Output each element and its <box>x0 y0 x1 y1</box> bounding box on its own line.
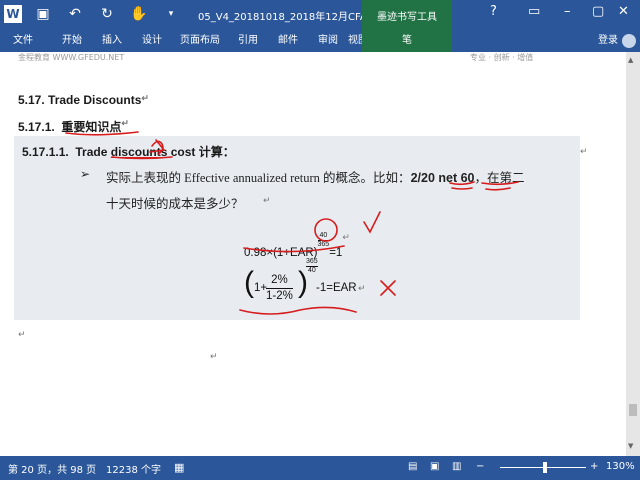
word-count[interactable]: 12238 个字 <box>106 461 161 476</box>
ribbon-display-options-icon[interactable]: ▭ <box>528 4 540 19</box>
maximize-icon[interactable]: ▢ <box>592 4 604 19</box>
scroll-up-icon[interactable]: ▲ <box>628 56 633 64</box>
ink-underline-discounts <box>111 156 173 160</box>
account-icon[interactable] <box>622 34 636 48</box>
title-bar: W ▣ ↶ ↻ ✋ ▾ 05_V4_20181018_2018年12月CFA一级… <box>0 0 640 30</box>
print-layout-icon[interactable]: ▣ <box>430 461 439 472</box>
document-page[interactable]: 金程教育 WWW.GFEDU.NET 专业 · 创新 · 增值 5.17. Tr… <box>0 52 626 456</box>
sign-in-link[interactable]: 登录 <box>598 30 618 52</box>
zoom-level[interactable]: 130% <box>606 461 635 472</box>
ink-tools-context-label: 墨迹书写工具 <box>362 0 452 30</box>
read-mode-icon[interactable]: ▤ <box>408 461 417 472</box>
tab-pen[interactable]: 笔 <box>362 30 452 52</box>
tab-references[interactable]: 引用 <box>228 30 268 52</box>
quick-access-toolbar: W ▣ ↶ ↻ ✋ ▾ <box>4 3 192 25</box>
ink-note-mark <box>149 139 165 155</box>
save-icon[interactable]: ▣ <box>32 3 54 25</box>
ink-check-mark <box>363 211 381 234</box>
word-logo-icon: W <box>4 5 22 23</box>
web-layout-icon[interactable]: ▥ <box>452 461 461 472</box>
scroll-down-icon[interactable]: ▼ <box>628 442 633 450</box>
ink-annotations <box>65 131 519 315</box>
ink-underline-net-60 <box>481 181 519 191</box>
tab-mailings[interactable]: 邮件 <box>268 30 308 52</box>
vertical-scrollbar[interactable] <box>626 52 640 456</box>
undo-icon[interactable]: ↶ <box>64 3 86 25</box>
ink-underline-2-20 <box>449 181 475 190</box>
proofing-icon[interactable]: ▦ <box>174 461 184 474</box>
touch-mode-icon[interactable]: ✋ <box>128 3 150 25</box>
help-button[interactable]: ? <box>490 4 497 19</box>
tab-home[interactable]: 开始 <box>52 30 92 52</box>
status-bar: 第 20 页，共 98 页 12238 个字 ▦ ▤ ▣ ▥ − + 130% <box>0 456 640 480</box>
tab-insert[interactable]: 插入 <box>92 30 132 52</box>
minimize-icon[interactable]: – <box>564 4 571 19</box>
ink-cross-mark <box>380 280 396 296</box>
ink-circle-exponent <box>314 218 338 242</box>
scrollbar-thumb[interactable] <box>629 404 637 416</box>
zoom-out-icon[interactable]: − <box>476 461 484 472</box>
customize-qat-icon[interactable]: ▾ <box>160 3 182 25</box>
tab-file[interactable]: 文件 <box>0 30 46 52</box>
zoom-in-icon[interactable]: + <box>590 461 598 472</box>
redo-icon[interactable]: ↻ <box>96 3 118 25</box>
ribbon-tabs: 文件 开始 插入 设计 页面布局 引用 邮件 审阅 视图 笔 登录 <box>0 30 640 52</box>
ink-underline-key-points <box>65 131 139 136</box>
tab-layout[interactable]: 页面布局 <box>172 30 228 52</box>
page-count[interactable]: 第 20 页，共 98 页 <box>8 461 96 476</box>
close-icon[interactable]: ✕ <box>618 4 629 19</box>
tab-design[interactable]: 设计 <box>132 30 172 52</box>
ink-underline-formula-2 <box>239 306 357 315</box>
ink-underline-formula-1 <box>243 245 345 253</box>
zoom-slider-thumb[interactable] <box>543 462 547 473</box>
